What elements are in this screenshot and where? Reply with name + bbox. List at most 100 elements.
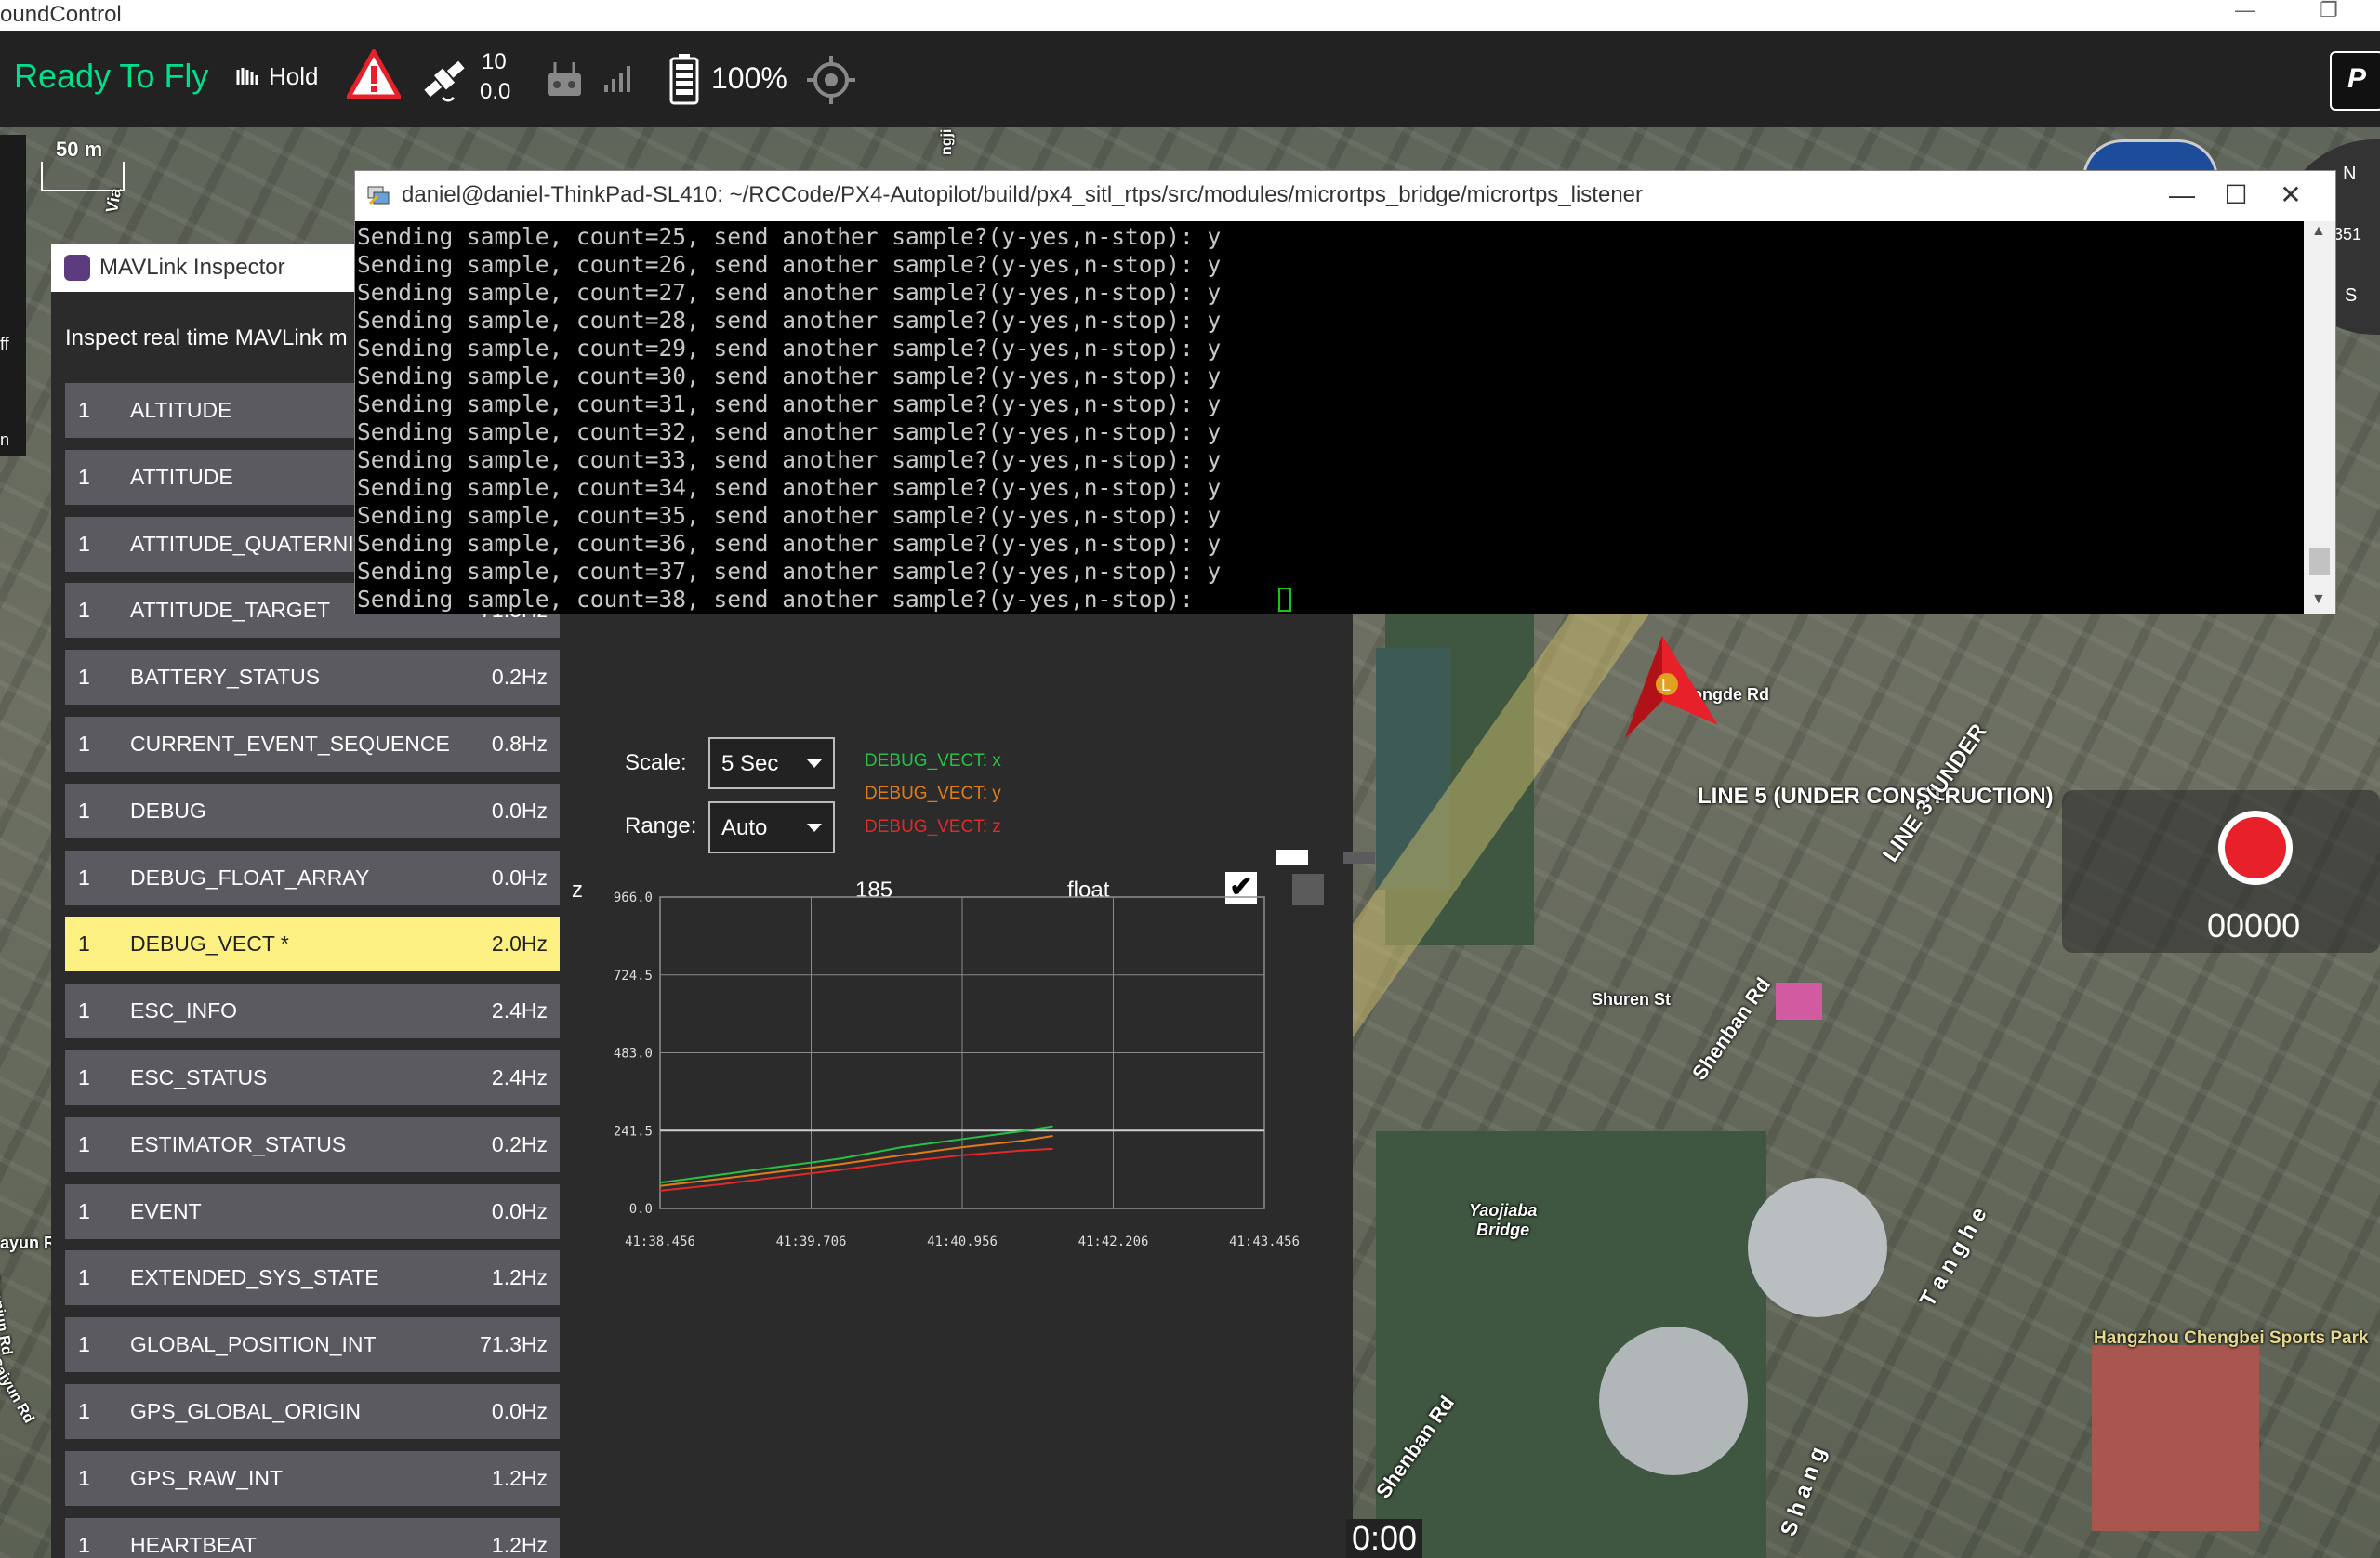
message-name: GPS_RAW_INT bbox=[130, 1465, 284, 1490]
chart-series-line-y bbox=[659, 1134, 1053, 1187]
message-name: DEBUG_FLOAT_ARRAY bbox=[130, 865, 370, 890]
message-component-id: 1 bbox=[78, 798, 90, 823]
recording-counter: 00000 bbox=[2207, 906, 2301, 944]
message-row[interactable]: 1 GPS_GLOBAL_ORIGIN 0.0Hz bbox=[65, 1384, 560, 1439]
message-component-id: 1 bbox=[78, 998, 90, 1023]
scroll-up-arrow-icon[interactable]: ▲ bbox=[2311, 223, 2326, 240]
message-rate: 1.2Hz bbox=[491, 1265, 548, 1290]
legend-debug-vect-z: DEBUG_VECT: z bbox=[865, 817, 1001, 837]
terminal-close-button[interactable]: ✕ bbox=[2263, 175, 2319, 216]
map-label-shenban-rd: Shenban Rd bbox=[1687, 972, 1776, 1085]
message-name: GPS_GLOBAL_ORIGIN bbox=[130, 1399, 361, 1423]
message-name: GLOBAL_POSITION_INT bbox=[130, 1332, 377, 1357]
message-name: ALTITUDE bbox=[130, 398, 232, 422]
legend-debug-vect-x: DEBUG_VECT: x bbox=[865, 751, 1001, 771]
compass-south-label: S bbox=[2345, 285, 2358, 306]
terminal-minimize-button[interactable]: — bbox=[2154, 175, 2210, 216]
message-row[interactable]: 1 GLOBAL_POSITION_INT 71.3Hz bbox=[65, 1317, 560, 1373]
scale-dropdown[interactable]: 5 Sec bbox=[708, 737, 835, 789]
chart-x-tick-label: 41:38.456 bbox=[625, 1235, 695, 1249]
scale-label: Scale: bbox=[625, 750, 687, 775]
message-row[interactable]: 1 ESC_STATUS 2.4Hz bbox=[65, 1050, 560, 1105]
window-minimize-button[interactable]: — bbox=[2222, 0, 2268, 31]
message-row[interactable]: 1 ESC_INFO 2.4Hz bbox=[65, 984, 560, 1039]
field-name-z: z bbox=[572, 878, 583, 903]
message-rate: 0.2Hz bbox=[491, 665, 548, 690]
map-label-line5: LINE 5 (UNDER CONSTRUCTION) bbox=[1698, 784, 2054, 809]
chart-series-line-x bbox=[659, 1125, 1053, 1184]
range-label: Range: bbox=[625, 813, 697, 838]
message-name: ESC_INFO bbox=[130, 998, 238, 1023]
map-label-yaojiaba-bridge: Yaojiaba Bridge bbox=[1469, 1201, 1538, 1239]
message-component-id: 1 bbox=[78, 1465, 90, 1490]
terminal-window[interactable]: daniel@daniel-ThinkPad-SL410: ~/RCCode/P… bbox=[354, 170, 2336, 614]
chart-y-tick-label: 241.5 bbox=[614, 1124, 653, 1139]
message-name: ESC_STATUS bbox=[130, 1065, 268, 1089]
app-title: oundControl bbox=[0, 2, 122, 27]
terminal-line: Sending sample, count=30, send another s… bbox=[357, 363, 1222, 390]
warning-icon[interactable] bbox=[347, 49, 401, 99]
message-row[interactable]: 1 EVENT 0.0Hz bbox=[65, 1183, 560, 1239]
stadium-dome-2 bbox=[1599, 1327, 1748, 1475]
rc-transmitter-icon[interactable] bbox=[544, 60, 585, 98]
message-name: ATTITUDE_TARGET bbox=[130, 598, 331, 623]
message-rate: 0.8Hz bbox=[491, 732, 548, 756]
sports-field bbox=[2092, 1345, 2259, 1531]
debug-vect-chart: 0.0 241.5 483.0 724.5 966.0 41:38.456 41:39.70… bbox=[614, 891, 1300, 1249]
scroll-down-arrow-icon[interactable]: ▼ bbox=[2311, 591, 2326, 608]
terminal-output[interactable]: Sending sample, count=25, send another s… bbox=[355, 221, 2303, 614]
message-row[interactable]: 1 ESTIMATOR_STATUS 0.2Hz bbox=[65, 1116, 560, 1172]
map-label-sports-park: Hangzhou Chengbei Sports Park bbox=[2094, 1328, 2369, 1348]
terminal-line: Sending sample, count=26, send another s… bbox=[357, 251, 1222, 278]
message-component-id: 1 bbox=[78, 1265, 90, 1290]
message-name: CURRENT_EVENT_SEQUENCE bbox=[130, 732, 450, 756]
message-name: DEBUG_VECT * bbox=[130, 931, 289, 957]
message-row[interactable]: 1 DEBUG 0.0Hz bbox=[65, 783, 560, 838]
message-component-id: 1 bbox=[78, 598, 90, 623]
message-component-id: 1 bbox=[78, 931, 90, 957]
message-row[interactable]: 1 DEBUG_FLOAT_ARRAY 0.0Hz bbox=[65, 850, 560, 905]
gimbal-target-icon[interactable] bbox=[805, 54, 857, 106]
message-row[interactable]: 1 CURRENT_EVENT_SEQUENCE 0.8Hz bbox=[65, 717, 560, 772]
battery-icon[interactable] bbox=[669, 53, 699, 105]
terminal-scroll-thumb[interactable] bbox=[2309, 548, 2330, 575]
message-component-id: 1 bbox=[78, 1131, 90, 1156]
map-label-shang: S h a n g bbox=[1776, 1444, 1831, 1540]
message-row[interactable]: 1 HEARTBEAT 1.2Hz bbox=[65, 1517, 560, 1558]
message-name: ESTIMATOR_STATUS bbox=[130, 1131, 347, 1156]
flight-timer: 0:00 bbox=[1346, 1519, 1423, 1558]
message-row[interactable]: 1 GPS_RAW_INT 1.2Hz bbox=[65, 1450, 560, 1506]
y-plot2-checkbox[interactable] bbox=[1343, 852, 1375, 864]
message-row[interactable]: 1 BATTERY_STATUS 0.2Hz bbox=[65, 650, 560, 706]
map-label-caiyun: Caiyun Rd bbox=[0, 1354, 37, 1427]
window-restore-button[interactable]: ❐ bbox=[2306, 0, 2352, 31]
y-plot-checkbox[interactable] bbox=[1276, 850, 1308, 865]
vehicle-arrow-icon[interactable]: L bbox=[1625, 636, 1727, 738]
message-row[interactable]: 1 EXTENDED_SYS_STATE 1.2Hz bbox=[65, 1250, 560, 1306]
message-component-id: 1 bbox=[78, 732, 90, 756]
gps-satellite-icon[interactable] bbox=[418, 51, 470, 107]
stadium-dome bbox=[1748, 1178, 1887, 1317]
message-component-id: 1 bbox=[78, 1399, 90, 1423]
message-name: EXTENDED_SYS_STATE bbox=[130, 1265, 379, 1290]
range-dropdown[interactable]: Auto bbox=[708, 801, 835, 853]
scale-dropdown-value: 5 Sec bbox=[721, 751, 779, 776]
message-name: EVENT bbox=[130, 1198, 202, 1223]
record-dot-icon[interactable] bbox=[2225, 817, 2286, 878]
message-row[interactable]: 1 DEBUG_VECT * 2.0Hz bbox=[65, 917, 560, 972]
chart-y-tick-label: 724.5 bbox=[614, 969, 653, 984]
flight-status-label[interactable]: Ready To Fly bbox=[14, 57, 208, 96]
range-dropdown-value: Auto bbox=[721, 815, 768, 840]
compass-heading-label: 351 bbox=[2334, 225, 2362, 244]
brand-logo-icon: P bbox=[2330, 51, 2380, 111]
map-label-guanjun: Guanjun Rd bbox=[0, 1271, 15, 1357]
flight-mode-label[interactable]: Hold bbox=[269, 62, 318, 91]
chevron-down-icon bbox=[807, 824, 822, 832]
message-name: ATTITUDE_QUATERNI bbox=[130, 531, 354, 556]
gps-satellite-count: 10 bbox=[482, 49, 507, 74]
building-pink bbox=[1776, 983, 1822, 1020]
chart-y-tick-label: 0.0 bbox=[629, 1202, 653, 1217]
message-component-id: 1 bbox=[78, 1532, 90, 1557]
terminal-titlebar[interactable]: daniel@daniel-ThinkPad-SL410: ~/RCCode/P… bbox=[355, 171, 2335, 221]
terminal-maximize-button[interactable]: ☐ bbox=[2208, 175, 2264, 216]
